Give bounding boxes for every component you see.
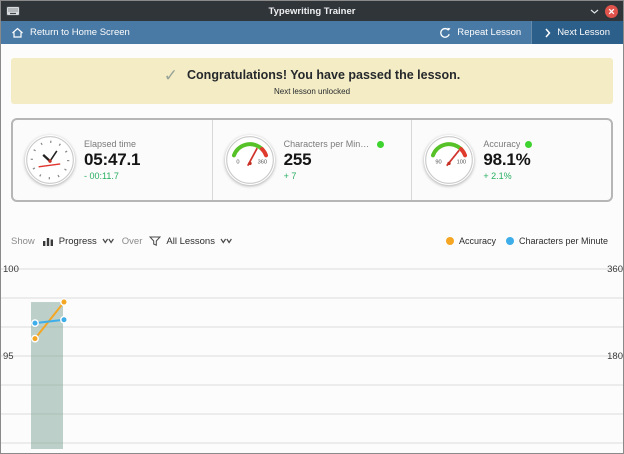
return-home-label: Return to Home Screen	[30, 27, 130, 38]
window-title: Typewriting Trainer	[1, 6, 623, 17]
filter-row: Show Progress Over All Lessons	[11, 231, 613, 251]
over-label: Over	[122, 236, 143, 247]
cpm-status-dot	[377, 141, 384, 148]
accuracy-status-dot	[525, 141, 532, 148]
svg-text:0: 0	[236, 159, 239, 165]
progress-chart[interactable]: 100 95 360 180	[1, 259, 623, 453]
banner-subtitle: Next lesson unlocked	[274, 87, 350, 96]
double-chevron-down-icon	[102, 238, 115, 244]
repeat-lesson-label: Repeat Lesson	[457, 27, 521, 38]
cpm-title: Characters per Minute	[284, 139, 372, 149]
return-home-button[interactable]: Return to Home Screen	[1, 21, 140, 44]
double-chevron-down-icon	[220, 238, 233, 244]
next-lesson-label: Next Lesson	[557, 27, 610, 38]
funnel-icon	[149, 236, 161, 246]
accuracy-legend-label: Accuracy	[459, 236, 496, 246]
accuracy-title: Accuracy	[483, 139, 520, 149]
svg-text:90: 90	[436, 159, 442, 165]
titlebar: Typewriting Trainer	[1, 1, 623, 21]
lesson-filter-value: All Lessons	[166, 236, 215, 247]
cpm-card: 0 360 Characters per Minute 255 + 7	[212, 120, 412, 200]
graph-type-selector[interactable]: Progress	[42, 236, 115, 247]
speed-gauge-icon: 0 360	[225, 135, 275, 185]
accuracy-value: 98.1%	[483, 150, 603, 170]
lesson-filter-selector[interactable]: All Lessons	[149, 236, 233, 247]
elapsed-time-title: Elapsed time	[84, 139, 136, 149]
cpm-legend-dot	[506, 237, 514, 245]
toolbar-spacer	[140, 21, 429, 44]
cpm-delta: + 7	[284, 171, 404, 181]
svg-text:360: 360	[607, 264, 623, 275]
next-lesson-button[interactable]: Next Lesson	[531, 21, 623, 44]
cpm-legend-label: Characters per Minute	[519, 236, 608, 246]
accuracy-card: 90 100 Accuracy 98.1% + 2.1%	[411, 120, 611, 200]
check-icon: ✓	[164, 67, 178, 84]
banner-title: Congratulations! You have passed the les…	[187, 68, 460, 82]
refresh-icon	[439, 27, 451, 39]
elapsed-time-card: Elapsed time 05:47.1 - 00:11.7	[13, 120, 212, 200]
progress-chart-svg: 100 95 360 180	[1, 259, 623, 453]
chevron-down-icon[interactable]	[590, 9, 599, 14]
show-label: Show	[11, 236, 35, 247]
chart-legend: Accuracy Characters per Minute	[446, 236, 613, 246]
elapsed-time-value: 05:47.1	[84, 150, 204, 170]
accuracy-delta: + 2.1%	[483, 171, 603, 181]
svg-text:100: 100	[3, 264, 19, 275]
accuracy-legend-dot	[446, 237, 454, 245]
app-keyboard-icon	[6, 5, 20, 17]
chevron-right-icon	[545, 28, 551, 38]
stats-panel: Elapsed time 05:47.1 - 00:11.7 0 360	[11, 118, 613, 202]
svg-text:100: 100	[457, 159, 466, 165]
graph-type-value: Progress	[59, 236, 97, 247]
elapsed-time-delta: - 00:11.7	[84, 171, 204, 181]
app-window: Typewriting Trainer Return to Home Scree…	[0, 0, 624, 454]
bar-chart-icon	[42, 236, 54, 246]
repeat-lesson-button[interactable]: Repeat Lesson	[429, 21, 531, 44]
svg-text:180: 180	[607, 351, 623, 362]
svg-text:95: 95	[3, 351, 14, 362]
svg-text:360: 360	[257, 159, 266, 165]
cpm-value: 255	[284, 150, 404, 170]
accuracy-gauge-icon: 90 100	[424, 135, 474, 185]
toolbar: Return to Home Screen Repeat Lesson Next…	[1, 21, 623, 44]
success-banner: ✓ Congratulations! You have passed the l…	[11, 58, 613, 104]
clock-icon	[25, 135, 75, 185]
home-icon	[11, 27, 24, 38]
close-button[interactable]	[605, 5, 618, 18]
